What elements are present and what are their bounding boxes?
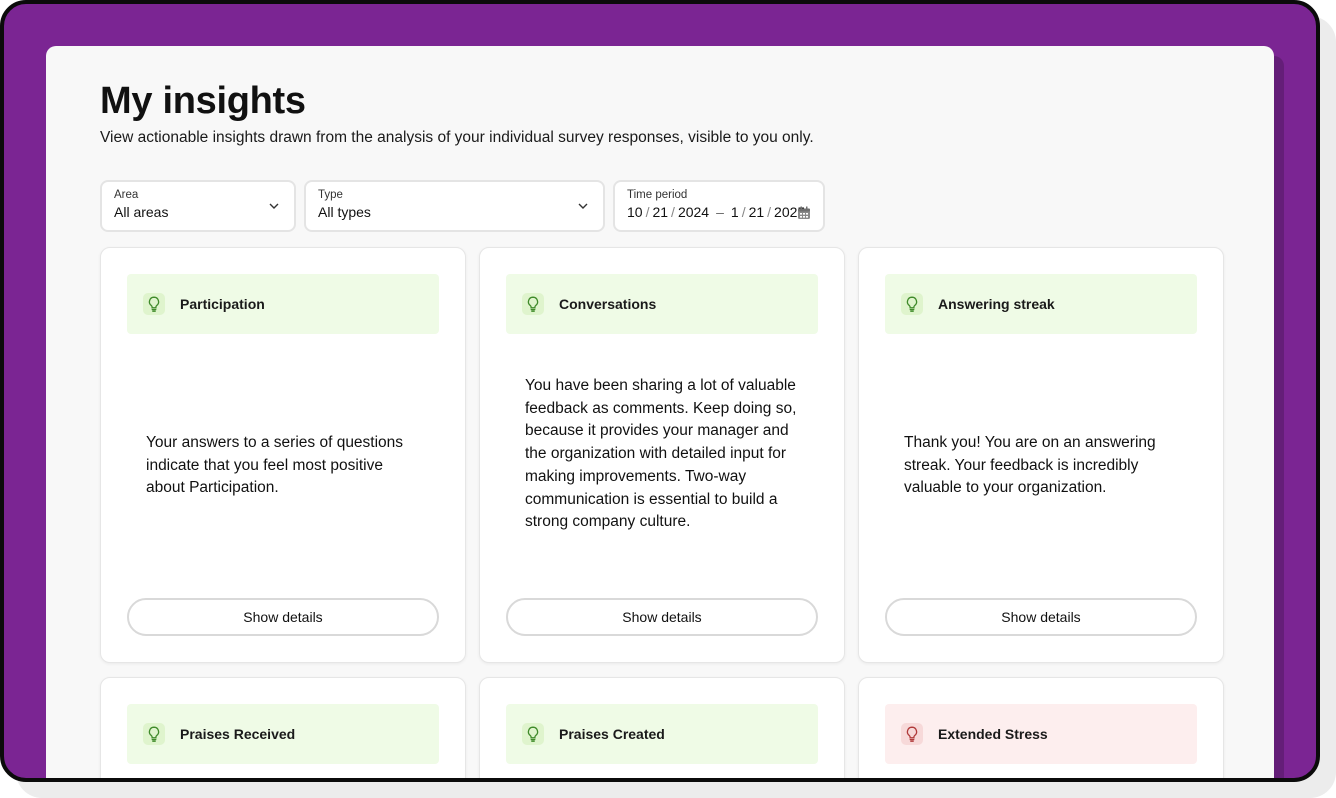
card-body: Thank you! You are on an answering strea… <box>904 434 1156 497</box>
app-frame: My insights View actionable insights dra… <box>0 0 1320 782</box>
area-select[interactable]: Area All areas <box>100 180 296 232</box>
card-title: Extended Stress <box>938 726 1048 742</box>
end-month[interactable]: 1 <box>731 204 739 220</box>
lightbulb-icon <box>143 723 165 745</box>
type-value: All types <box>318 204 371 220</box>
time-period-label: Time period <box>627 189 688 201</box>
chevron-down-icon <box>269 203 279 209</box>
show-details-button[interactable]: Show details <box>885 598 1197 636</box>
start-month[interactable]: 10 <box>627 204 643 220</box>
area-value: All areas <box>114 204 169 220</box>
calendar-icon[interactable] <box>797 206 811 220</box>
type-select[interactable]: Type All types <box>304 180 605 232</box>
card-title: Conversations <box>559 296 657 312</box>
start-year[interactable]: 2024 <box>678 204 709 220</box>
card-title: Answering streak <box>938 296 1055 312</box>
card-header: Praises Received <box>127 704 439 764</box>
card-header: Praises Created <box>506 704 818 764</box>
card-header: Answering streak <box>885 274 1197 334</box>
start-day[interactable]: 21 <box>652 204 668 220</box>
lightbulb-icon <box>143 293 165 315</box>
date-separator: / <box>645 204 650 220</box>
page-subtitle: View actionable insights drawn from the … <box>100 129 814 146</box>
insight-card-conversations: Conversations You have been sharing a lo… <box>479 247 845 663</box>
date-range: 10 / 21 / 2024 – 1 / 21 / 2025 <box>627 204 811 220</box>
insight-card-praises-received: Praises Received <box>100 677 466 778</box>
range-separator: – <box>716 204 724 220</box>
show-details-button[interactable]: Show details <box>506 598 818 636</box>
type-label: Type <box>318 189 343 201</box>
insight-card-praises-created: Praises Created <box>479 677 845 778</box>
card-header: Participation <box>127 274 439 334</box>
card-body: You have been sharing a lot of valuable … <box>525 377 797 531</box>
lightbulb-icon <box>522 293 544 315</box>
lightbulb-icon <box>522 723 544 745</box>
page-title: My insights <box>100 80 306 122</box>
card-header: Conversations <box>506 274 818 334</box>
area-label: Area <box>114 189 139 201</box>
card-title: Participation <box>180 296 265 312</box>
insight-card-extended-stress: Extended Stress <box>858 677 1224 778</box>
card-header: Extended Stress <box>885 704 1197 764</box>
date-separator: / <box>741 204 746 220</box>
insight-card-participation: Participation Your answers to a series o… <box>100 247 466 663</box>
lightbulb-icon <box>901 293 923 315</box>
insights-panel: My insights View actionable insights dra… <box>46 46 1274 778</box>
insight-card-answering-streak: Answering streak Thank you! You are on a… <box>858 247 1224 663</box>
chevron-down-icon <box>578 203 588 209</box>
card-body: Your answers to a series of questions in… <box>146 434 404 497</box>
show-details-button[interactable]: Show details <box>127 598 439 636</box>
lightbulb-icon <box>901 723 923 745</box>
time-period-picker[interactable]: Time period 10 / 21 / 2024 – 1 / 21 / 20… <box>613 180 825 232</box>
card-title: Praises Received <box>180 726 296 742</box>
end-day[interactable]: 21 <box>749 204 765 220</box>
date-separator: / <box>767 204 772 220</box>
card-title: Praises Created <box>559 726 665 742</box>
date-separator: / <box>671 204 675 220</box>
